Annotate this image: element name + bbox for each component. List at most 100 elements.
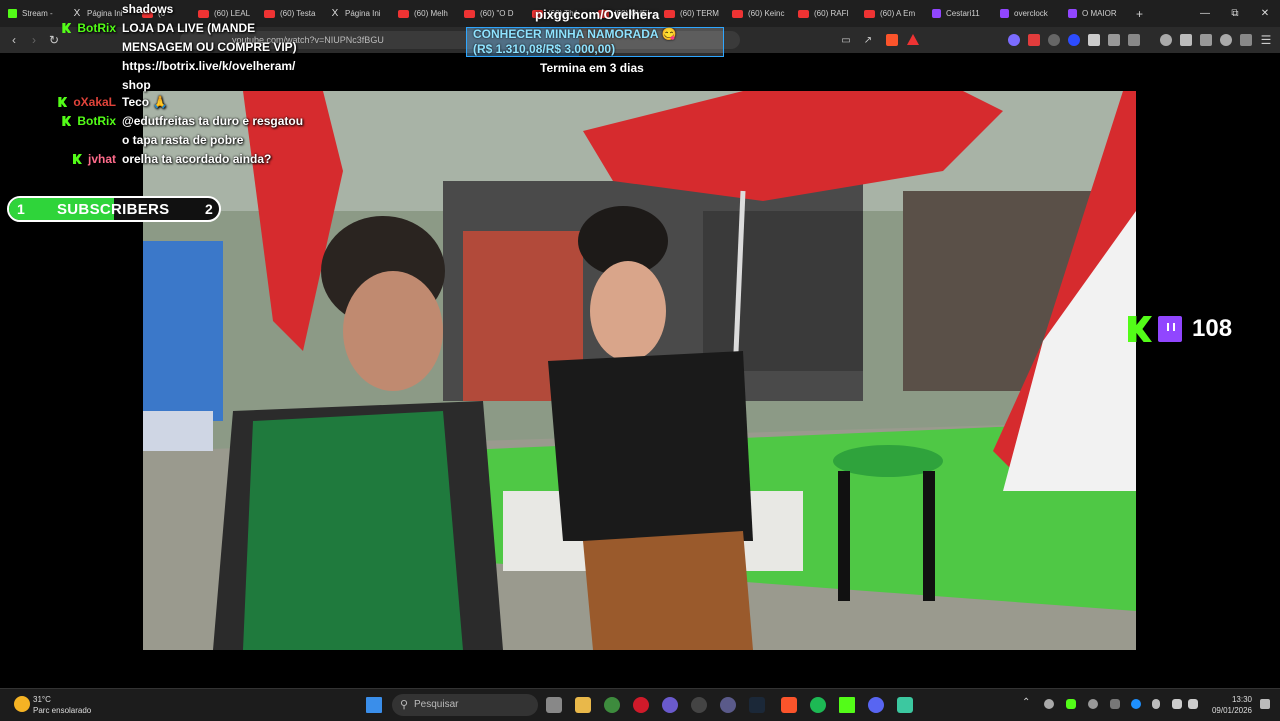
file-explorer-icon[interactable] [575, 697, 591, 713]
restore-icon[interactable]: ⧉ [1220, 0, 1250, 27]
leo-ai-icon[interactable] [1220, 34, 1232, 46]
discord-icon[interactable] [868, 697, 884, 713]
browser-tab[interactable]: X Página Ini [322, 0, 390, 27]
volume-icon[interactable] [1188, 699, 1198, 709]
task-view-icon[interactable] [546, 697, 562, 713]
media-icon[interactable] [1160, 34, 1172, 46]
kick-badge-icon [58, 97, 68, 107]
viewer-counter: 108 [1128, 313, 1232, 345]
browser-tab[interactable]: Cestari11 [924, 0, 992, 27]
network-icon[interactable] [1172, 699, 1182, 709]
browser-tab[interactable]: (60) Testa [256, 0, 322, 27]
x-icon: X [73, 7, 81, 19]
chrome-icon[interactable] [604, 697, 620, 713]
clock[interactable]: 13:30 09/01/2026 [1208, 694, 1252, 716]
sidebar-icon[interactable] [1180, 34, 1192, 46]
app-icon-2[interactable] [720, 697, 736, 713]
screenshot-icon[interactable] [1128, 34, 1140, 46]
browser-tab[interactable]: overclock [992, 0, 1060, 27]
chat-text: orelha ta acordado ainda? [122, 152, 272, 166]
chat-username-text: jvhat [87, 152, 116, 166]
extension-icon-2[interactable] [1028, 34, 1040, 46]
donation-goal-amount: (R$ 1.310,08/R$ 3.000,00) [473, 42, 616, 56]
clock-date: 09/01/2026 [1211, 706, 1252, 715]
chat-username-text: BotRix [77, 21, 116, 35]
tab-label: O MAIOR [1082, 9, 1117, 18]
tray-icon-4[interactable] [1110, 699, 1120, 709]
brave-icon[interactable] [781, 697, 797, 713]
subscriber-goal-current: 1 [17, 201, 25, 217]
steam-icon[interactable] [749, 697, 765, 713]
close-window-icon[interactable]: ✕ [1250, 0, 1280, 27]
chat-username: BotRix [62, 112, 116, 131]
wallet-icon[interactable] [1200, 34, 1212, 46]
new-tab-button[interactable]: + [1128, 0, 1150, 27]
kick-icon [8, 9, 17, 18]
browser-tab[interactable]: (60) A Em [856, 0, 924, 27]
extension-icon-1[interactable] [1008, 34, 1020, 46]
browser-tab[interactable]: (60) Melh [390, 0, 456, 27]
kick-badge-icon [72, 154, 82, 164]
vpn-icon[interactable] [1240, 34, 1252, 46]
weather-icon[interactable] [14, 696, 30, 712]
spotify-icon[interactable] [810, 697, 826, 713]
forward-icon[interactable]: › [26, 32, 42, 48]
video-player[interactable] [143, 91, 1136, 650]
chat-username-text: BotRix [77, 114, 116, 128]
tray-icon-1[interactable] [1044, 699, 1054, 709]
chevron-up-icon[interactable]: ⌃ [1022, 697, 1030, 708]
github-icon[interactable] [691, 697, 707, 713]
youtube-icon [264, 9, 275, 18]
kick-logo-icon [1128, 316, 1152, 342]
opera-icon[interactable] [633, 697, 649, 713]
browser-tab[interactable]: O MAIOR [1060, 0, 1128, 27]
twitch-logo-icon [1158, 316, 1182, 342]
subscriber-goal-target: 2 [205, 201, 213, 217]
kick-app-icon[interactable] [839, 697, 855, 713]
weather-widget[interactable]: 31°C Parc ensolarado [33, 694, 91, 716]
tray-icon-3[interactable] [1088, 699, 1098, 709]
search-placeholder: Pesquisar [414, 699, 459, 710]
youtube-icon [198, 9, 209, 18]
taskbar-search[interactable]: ⚲ Pesquisar [392, 694, 538, 716]
weather-desc: Parc ensolarado [33, 706, 92, 715]
tab-label: (60) A Em [880, 9, 916, 18]
share-icon[interactable]: ↗ [860, 32, 876, 48]
donation-goal-text: CONHECER MINHA NAMORADA 😋 (R$ 1.310,08/R… [473, 27, 676, 57]
extensions-puzzle-icon[interactable] [1108, 34, 1120, 46]
minimize-icon[interactable]: — [1190, 0, 1220, 27]
back-icon[interactable]: ‹ [6, 32, 22, 48]
chat-text: LOJA DA LIVE (MANDE [122, 21, 256, 35]
notes-icon[interactable] [897, 697, 913, 713]
start-icon[interactable] [366, 697, 382, 713]
tab-label: Cestari11 [946, 9, 980, 18]
chat-text: Teco 🙏 [122, 95, 168, 109]
notifications-icon[interactable] [1260, 699, 1270, 709]
cast-icon[interactable]: ▭ [838, 32, 854, 48]
brave-shield-icon[interactable] [886, 34, 898, 46]
microphone-icon[interactable] [1152, 699, 1160, 709]
browser-tab[interactable]: (60) "O D [456, 0, 524, 27]
clock-time: 13:30 [1231, 695, 1252, 704]
tab-label: (60) TERM [680, 9, 719, 18]
browser-tab[interactable]: (60) TERM [656, 0, 724, 27]
browser-tab[interactable]: (60) Keinc [724, 0, 790, 27]
bluetooth-icon[interactable] [1131, 699, 1141, 709]
app-icon-1[interactable] [662, 697, 678, 713]
viewer-count: 108 [1192, 315, 1233, 342]
chat-username-text: oXakaL [73, 95, 116, 109]
youtube-icon [664, 9, 675, 18]
menu-icon[interactable]: ☰ [1258, 32, 1274, 48]
youtube-icon [464, 9, 475, 18]
extension-icon-4[interactable] [1068, 34, 1080, 46]
browser-tab[interactable]: Stream - [0, 0, 64, 27]
brave-rewards-icon[interactable] [907, 34, 919, 45]
reload-icon[interactable]: ↻ [46, 32, 62, 48]
donation-goal-ends: Termina em 3 dias [540, 61, 644, 75]
tray-icon-2[interactable] [1066, 699, 1076, 709]
extension-icon-5[interactable] [1088, 34, 1100, 46]
browser-tab[interactable]: (60) RAFI [790, 0, 856, 27]
extension-icon-3[interactable] [1048, 34, 1060, 46]
twitch-icon [1068, 9, 1077, 18]
twitch-icon [1000, 9, 1009, 18]
